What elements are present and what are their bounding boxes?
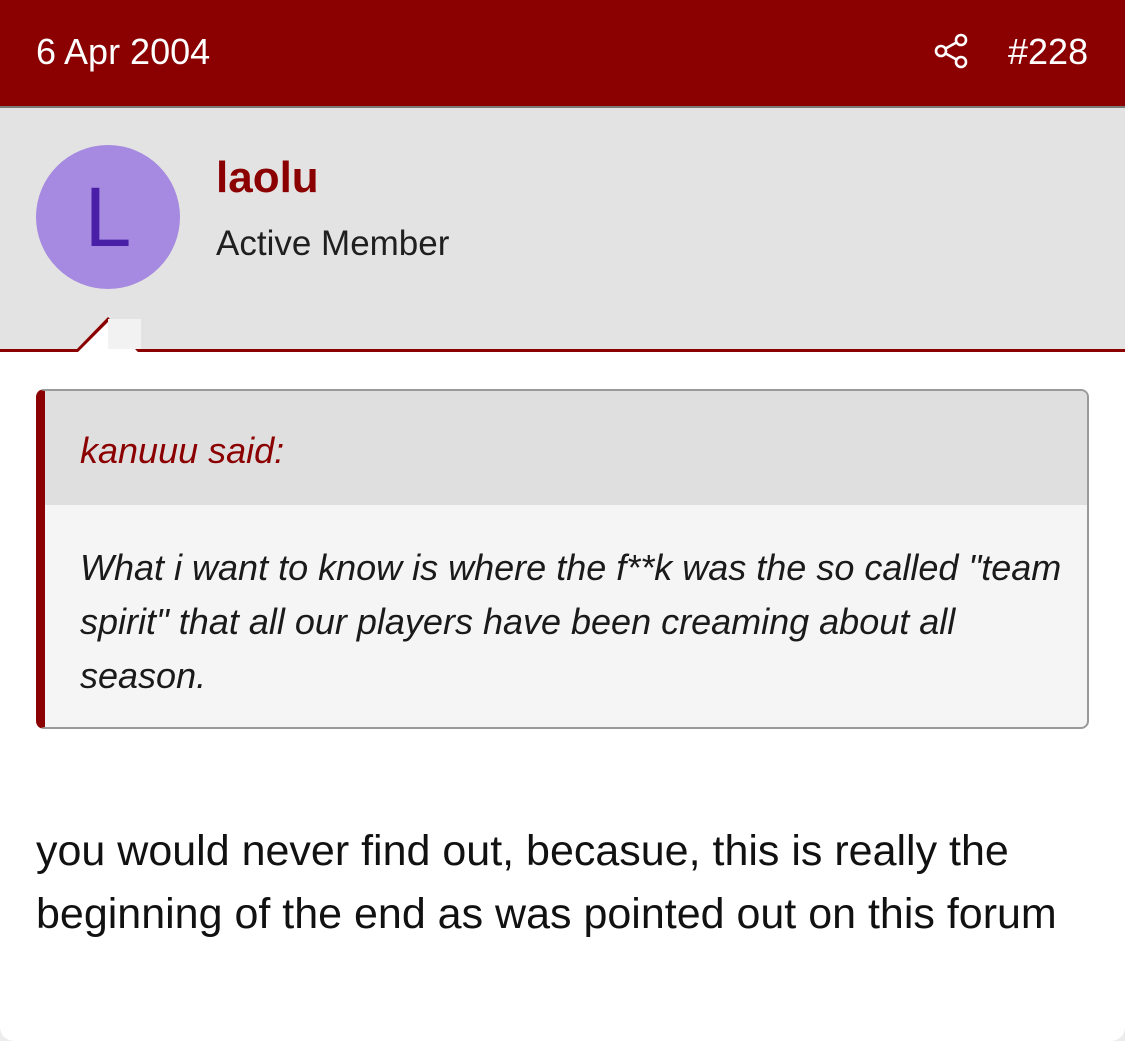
quote-block: kanuuu said: What i want to know is wher… (36, 389, 1089, 729)
quote-author-link[interactable]: kanuuu said: (80, 431, 284, 471)
user-block: L laolu Active Member (0, 108, 1125, 352)
avatar-letter: L (84, 170, 132, 264)
post-header: 6 Apr 2004 #228 (0, 0, 1125, 108)
post-number-link[interactable]: #228 (1008, 32, 1088, 72)
user-title: Active Member (216, 224, 450, 263)
quote-header: kanuuu said: (45, 391, 1087, 505)
post-message: you would never find out, becasue, this … (36, 827, 1057, 938)
avatar[interactable]: L (36, 145, 180, 289)
share-icon[interactable] (932, 32, 970, 70)
quote-text: What i want to know is where the f**k wa… (80, 547, 1062, 696)
user-arrow-patch (108, 319, 141, 349)
forum-post: 6 Apr 2004 #228 L laolu Active Member ka… (0, 0, 1125, 1041)
username-link[interactable]: laolu (216, 152, 319, 204)
post-date[interactable]: 6 Apr 2004 (36, 32, 210, 72)
